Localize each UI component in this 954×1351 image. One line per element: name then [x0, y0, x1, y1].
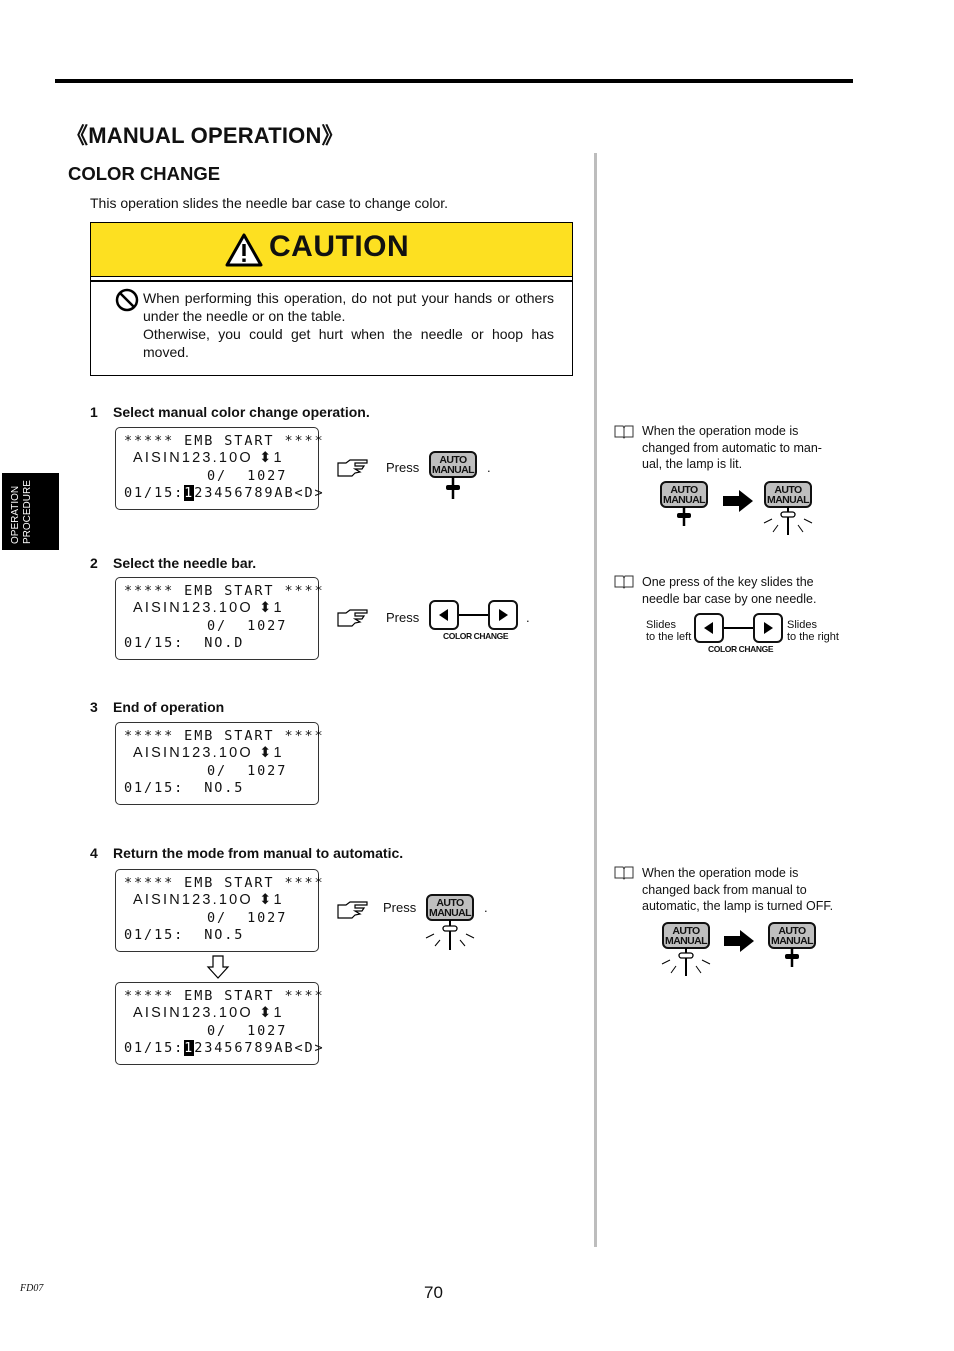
auto-manual-key-lit: AUTO MANUAL	[764, 481, 812, 508]
press-label: Press	[386, 610, 420, 625]
auto-manual-key[interactable]: AUTO MANUAL	[426, 894, 474, 921]
caution-line-1: When performing this operation, do not p…	[143, 290, 554, 324]
slides-right-label: Slides to the right	[787, 619, 839, 643]
auto-manual-key-off: AUTO MANUAL	[660, 481, 708, 508]
press-label: Press	[386, 460, 420, 475]
column-divider	[594, 153, 597, 1247]
warning-triangle-icon	[225, 233, 263, 267]
lcd-display-step-3: ***** EMB START **** AISIN123.10O ⬍1 0/ …	[115, 722, 323, 805]
side-tab-label: OPERATION PROCEDURE	[10, 480, 33, 544]
lamp-off-icon	[785, 948, 799, 967]
right-triangle-icon	[764, 622, 773, 634]
prohibition-icon	[115, 288, 139, 312]
pointing-hand-icon	[337, 901, 368, 919]
step-4-title: 4 Return the mode from manual to automati…	[90, 845, 404, 861]
lamp-lit-icon	[763, 507, 813, 535]
lamp-lit-icon	[425, 920, 475, 950]
page-number: 70	[424, 1283, 443, 1302]
lcd-display-step-4-before: ***** EMB START **** AISIN123.10O ⬍1 0/ …	[115, 869, 323, 952]
lcd-display-step-1: ***** EMB START **** AISIN123.10O ⬍1 0/ …	[115, 427, 323, 510]
press-label: Press	[383, 900, 417, 915]
needle-updown-icon: ⬍	[259, 600, 274, 616]
step-2-title: 2 Select the needle bar.	[90, 555, 257, 571]
note-2-text: One press of the key slides the needle ba…	[642, 575, 817, 606]
subsection-title: COLOR CHANGE	[68, 163, 221, 184]
book-note-icon	[614, 425, 634, 439]
auto-manual-key-off: AUTO MANUAL	[768, 922, 816, 949]
book-note-icon	[614, 575, 634, 589]
color-change-keys: COLOR CHANGE	[429, 600, 521, 644]
right-arrow-icon	[724, 930, 754, 952]
caution-divider	[91, 280, 572, 282]
color-change-label: COLOR CHANGE	[443, 631, 509, 641]
note-3-text: When the operation mode is changed back f…	[642, 866, 834, 913]
lamp-off-icon	[446, 477, 460, 499]
auto-manual-key[interactable]: AUTO MANUAL	[429, 451, 477, 478]
slides-left-label: Slides to the left	[646, 619, 692, 643]
auto-manual-key-lit: AUTO MANUAL	[662, 922, 710, 949]
top-rule	[55, 79, 853, 83]
pointing-hand-icon	[337, 459, 368, 477]
needle-updown-icon: ⬍	[259, 745, 274, 761]
step-3-title: 3 End of operation	[90, 699, 225, 715]
caution-text: When performing this operation, do not p…	[143, 289, 554, 361]
color-change-left-key	[694, 613, 724, 643]
needle-updown-icon: ⬍	[259, 892, 274, 908]
left-triangle-icon	[704, 622, 713, 634]
color-change-keys-diagram: COLOR CHANGE	[694, 613, 786, 657]
lcd-display-step-4-after: ***** EMB START **** AISIN123.10O ⬍1 0/ …	[115, 982, 323, 1065]
left-triangle-icon	[439, 609, 448, 621]
needle-updown-icon: ⬍	[259, 450, 274, 466]
caution-line-2: Otherwise, you could get hurt when the n…	[143, 326, 554, 360]
right-arrow-icon	[723, 490, 753, 512]
caution-box: CAUTION When performing this operation, …	[90, 222, 573, 376]
lamp-off-icon	[677, 507, 691, 526]
book-note-icon	[614, 866, 634, 880]
lamp-lit-icon	[661, 948, 711, 976]
right-triangle-icon	[499, 609, 508, 621]
caution-title: CAUTION	[269, 230, 410, 263]
lcd-cursor: 1	[184, 1040, 195, 1056]
pointing-hand-icon	[337, 609, 368, 627]
document-code: FD07	[20, 1283, 44, 1294]
lcd-display-step-2: ***** EMB START **** AISIN123.10O ⬍1 0/ …	[115, 577, 323, 660]
down-arrow-icon	[206, 955, 230, 979]
color-change-label: COLOR CHANGE	[708, 644, 774, 654]
step-1-title: 1 Select manual color change operation.	[90, 404, 370, 420]
color-change-right-key[interactable]	[488, 600, 518, 630]
intro-text: This operation slides the needle bar cas…	[90, 195, 449, 211]
caution-header: CAUTION	[91, 223, 572, 277]
color-change-right-key	[753, 613, 783, 643]
color-change-left-key[interactable]	[429, 600, 459, 630]
note-1-text: When the operation mode is changed from a…	[642, 424, 822, 471]
side-tab: OPERATION PROCEDURE	[2, 473, 59, 550]
lcd-cursor: 1	[184, 485, 195, 501]
needle-updown-icon: ⬍	[259, 1005, 274, 1021]
section-title: 《MANUAL OPERATION》	[66, 123, 344, 148]
